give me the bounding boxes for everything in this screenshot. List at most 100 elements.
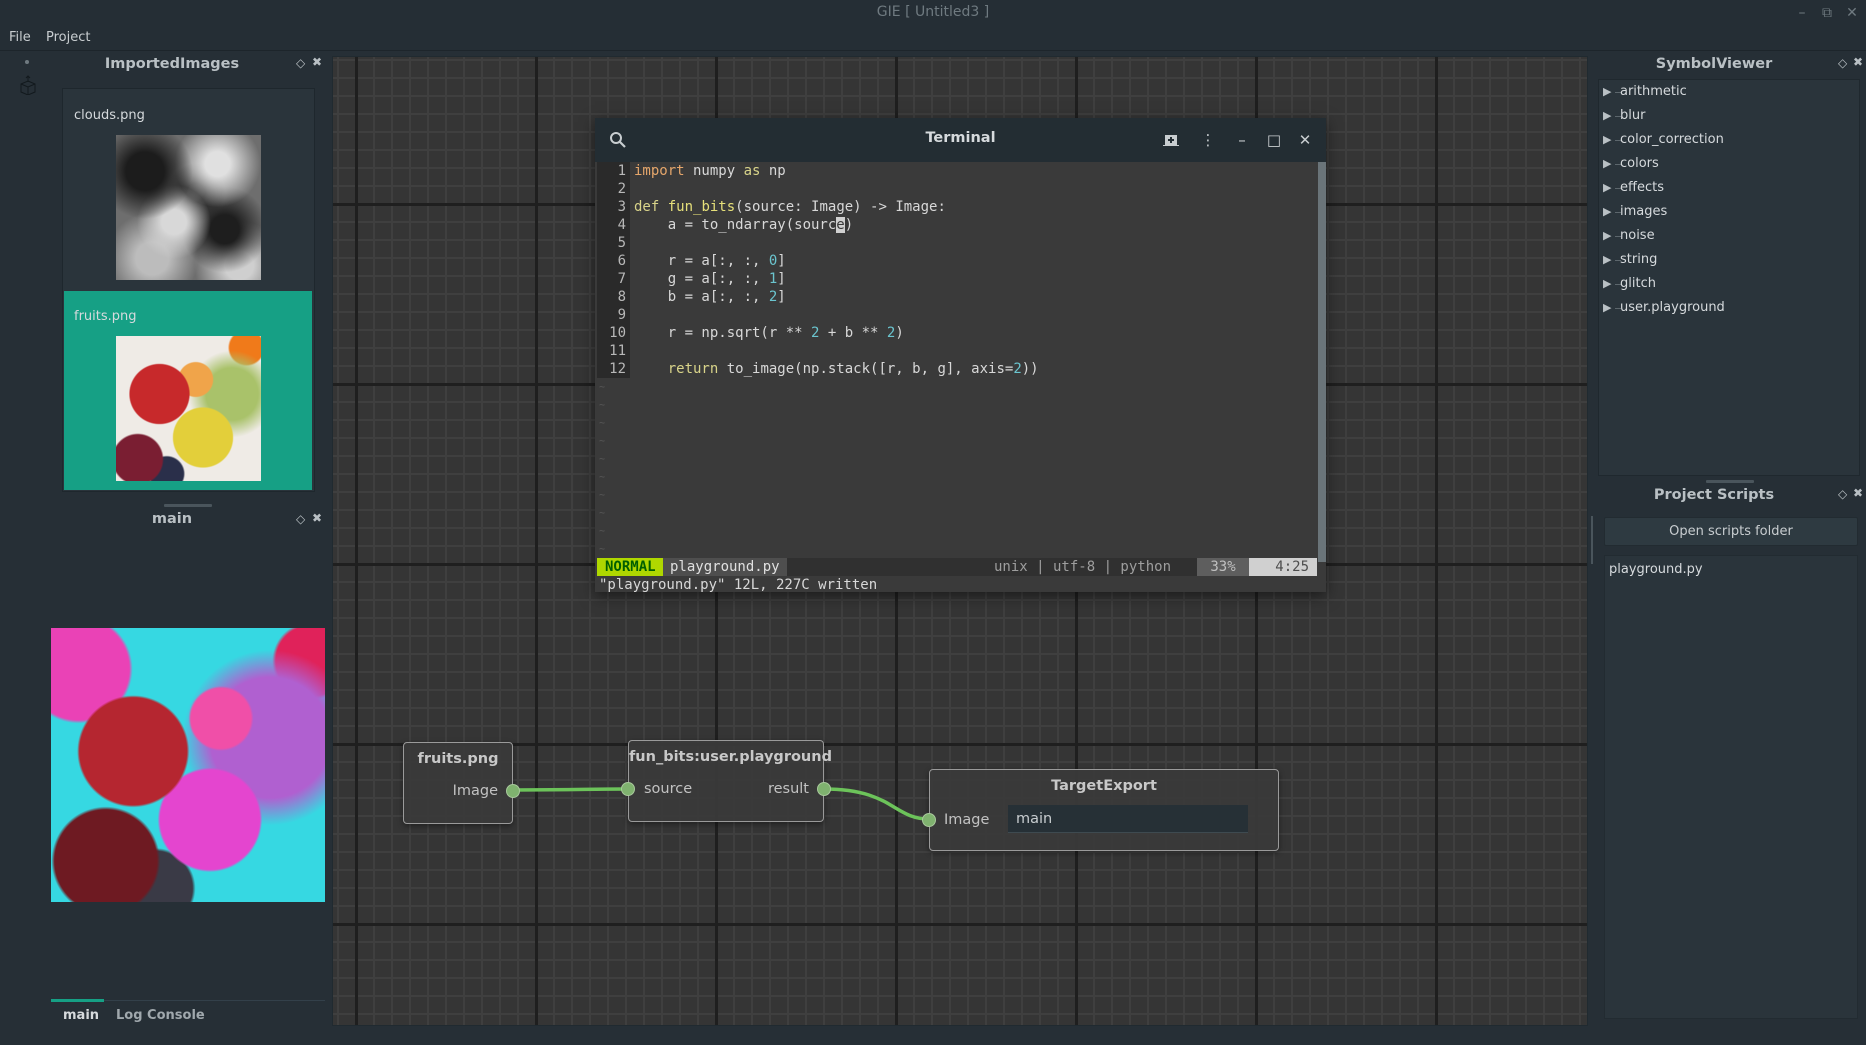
script-item[interactable]: playground.py <box>1609 562 1703 577</box>
node-fun-bits[interactable]: fun_bits:user.playground source result <box>621 740 832 822</box>
close-icon[interactable]: ✕ <box>1293 128 1317 152</box>
expand-arrow-icon[interactable]: ▶ <box>1603 229 1611 242</box>
minimize-icon[interactable]: – <box>1230 128 1254 152</box>
code-line[interactable]: import numpy as np <box>634 162 786 180</box>
node-fruits[interactable]: fruits.png Image <box>403 742 520 824</box>
tilde-marker: ~ <box>599 544 606 555</box>
splitter-handle[interactable] <box>1706 480 1754 483</box>
tree-item-noise[interactable]: ▶ noise <box>1599 225 1857 249</box>
drag-handle-icon[interactable] <box>25 60 29 64</box>
new-tab-icon[interactable] <box>1159 128 1183 152</box>
tree-item-effects[interactable]: ▶ effects <box>1599 177 1857 201</box>
output-port-image[interactable] <box>506 784 520 798</box>
minimize-icon[interactable]: – <box>1793 4 1811 22</box>
tree-item-label: arithmetic <box>1620 84 1687 99</box>
code-line[interactable]: a = to_ndarray(source) <box>634 216 853 234</box>
terminal-window: Terminal ⋮ – □ ✕ 1 2 3 4 5 6 7 8 9 10 11 12 import … <box>595 118 1326 593</box>
float-icon[interactable]: ◇ <box>1838 487 1847 501</box>
tree-item-color-correction[interactable]: ▶ color_correction <box>1599 129 1857 153</box>
text-cursor: e <box>836 217 845 233</box>
close-dock-icon[interactable]: ✖ <box>1853 55 1863 69</box>
expand-arrow-icon[interactable]: ▶ <box>1603 277 1611 290</box>
menu-project[interactable]: Project <box>46 30 90 45</box>
maximize-icon[interactable]: □ <box>1262 128 1286 152</box>
active-tab-indicator <box>51 999 104 1002</box>
terminal-scrollbar[interactable] <box>1318 162 1326 562</box>
close-dock-icon[interactable]: ✖ <box>312 55 322 69</box>
menu-file[interactable]: File <box>9 30 31 45</box>
more-options-icon[interactable]: ⋮ <box>1196 128 1220 152</box>
tree-item-colors[interactable]: ▶ colors <box>1599 153 1857 177</box>
vim-statusline: NORMAL playground.py unix | utf-8 | pyth… <box>597 558 1317 576</box>
float-icon[interactable]: ◇ <box>296 512 305 526</box>
edge-funbits-to-export <box>823 787 930 821</box>
cube-icon[interactable] <box>19 75 37 95</box>
status-percent: 33% <box>1197 558 1249 576</box>
port-label-source: source <box>644 781 693 797</box>
tree-item-label: images <box>1620 204 1668 219</box>
menu-bar: File Project <box>0 26 1866 51</box>
line-number: 8 <box>617 289 626 305</box>
imported-images-title: ImportedImages <box>104 56 240 72</box>
tab-log-console[interactable]: Log Console <box>116 1008 205 1023</box>
tree-item-arithmetic[interactable]: ▶ arithmetic <box>1599 81 1857 105</box>
image-item-fruits[interactable]: fruits.png <box>64 291 312 490</box>
code-line[interactable]: g = a[:, :, 1] <box>634 270 786 288</box>
open-scripts-folder-button[interactable]: Open scripts folder <box>1604 517 1858 546</box>
code-line[interactable]: r = a[:, :, 0] <box>634 252 786 270</box>
input-port-image[interactable] <box>922 813 936 827</box>
node-target-export[interactable]: TargetExport Image <box>922 769 1279 851</box>
export-name-input[interactable] <box>1008 805 1248 833</box>
line-number: 4 <box>617 217 626 233</box>
tree-item-string[interactable]: ▶ string <box>1599 249 1857 273</box>
tree-item-images[interactable]: ▶ images <box>1599 201 1857 225</box>
imported-images-list: clouds.png fruits.png <box>62 88 315 492</box>
line-number: 12 <box>609 361 626 377</box>
editor-body[interactable]: 1 2 3 4 5 6 7 8 9 10 11 12 import numpy as np def fu… <box>597 162 1317 558</box>
close-icon[interactable]: ✕ <box>1843 4 1861 22</box>
tree-item-label: user.playground <box>1620 300 1725 315</box>
close-dock-icon[interactable]: ✖ <box>1853 486 1863 500</box>
resize-handle[interactable] <box>1591 516 1593 564</box>
tilde-marker: ~ <box>599 472 606 483</box>
symbol-viewer-title: SymbolViewer <box>1655 56 1773 72</box>
code-line[interactable]: return to_image(np.stack([r, b, g], axis… <box>634 360 1039 378</box>
clouds-thumbnail <box>116 135 261 280</box>
tilde-marker: ~ <box>599 382 606 393</box>
restore-icon[interactable]: ⧉ <box>1818 4 1836 22</box>
tree-item-user-playground[interactable]: ▶ user.playground <box>1599 297 1857 321</box>
tree-item-label: glitch <box>1620 276 1656 291</box>
tree-item-glitch[interactable]: ▶ glitch <box>1599 273 1857 297</box>
float-icon[interactable]: ◇ <box>296 56 305 70</box>
code-line[interactable]: def fun_bits(source: Image) -> Image: <box>634 198 946 216</box>
image-item-clouds[interactable]: clouds.png <box>64 90 312 289</box>
symbol-tree: ▶ arithmetic ▶ blur ▶ color_correction ▶ colors… <box>1598 79 1860 476</box>
expand-arrow-icon[interactable]: ▶ <box>1603 253 1611 266</box>
expand-arrow-icon[interactable]: ▶ <box>1603 133 1611 146</box>
close-dock-icon[interactable]: ✖ <box>312 511 322 525</box>
tree-item-blur[interactable]: ▶ blur <box>1599 105 1857 129</box>
expand-arrow-icon[interactable]: ▶ <box>1603 205 1611 218</box>
image-label: fruits.png <box>74 309 137 324</box>
expand-arrow-icon[interactable]: ▶ <box>1603 157 1611 170</box>
line-number: 7 <box>617 271 626 287</box>
output-port-result[interactable] <box>817 782 831 796</box>
tilde-marker: ~ <box>599 454 606 465</box>
expand-arrow-icon[interactable]: ▶ <box>1603 85 1611 98</box>
expand-arrow-icon[interactable]: ▶ <box>1603 301 1611 314</box>
project-scripts-title: Project Scripts <box>1653 487 1775 503</box>
tab-main[interactable]: main <box>63 1008 99 1023</box>
splitter-handle[interactable] <box>164 504 212 507</box>
expand-arrow-icon[interactable]: ▶ <box>1603 109 1611 122</box>
expand-arrow-icon[interactable]: ▶ <box>1603 181 1611 194</box>
tilde-marker: ~ <box>599 526 606 537</box>
float-icon[interactable]: ◇ <box>1838 56 1847 70</box>
port-label-image: Image <box>944 812 990 828</box>
code-line[interactable]: r = np.sqrt(r ** 2 + b ** 2) <box>634 324 904 342</box>
input-port-source[interactable] <box>621 782 635 796</box>
line-number-gutter: 1 2 3 4 5 6 7 8 9 10 11 12 <box>597 162 630 378</box>
window-title: GIE [ Untitled3 ] <box>876 4 990 20</box>
code-line[interactable]: b = a[:, :, 2] <box>634 288 786 306</box>
tilde-marker: ~ <box>599 436 606 447</box>
node-title: TargetExport <box>1051 778 1157 794</box>
